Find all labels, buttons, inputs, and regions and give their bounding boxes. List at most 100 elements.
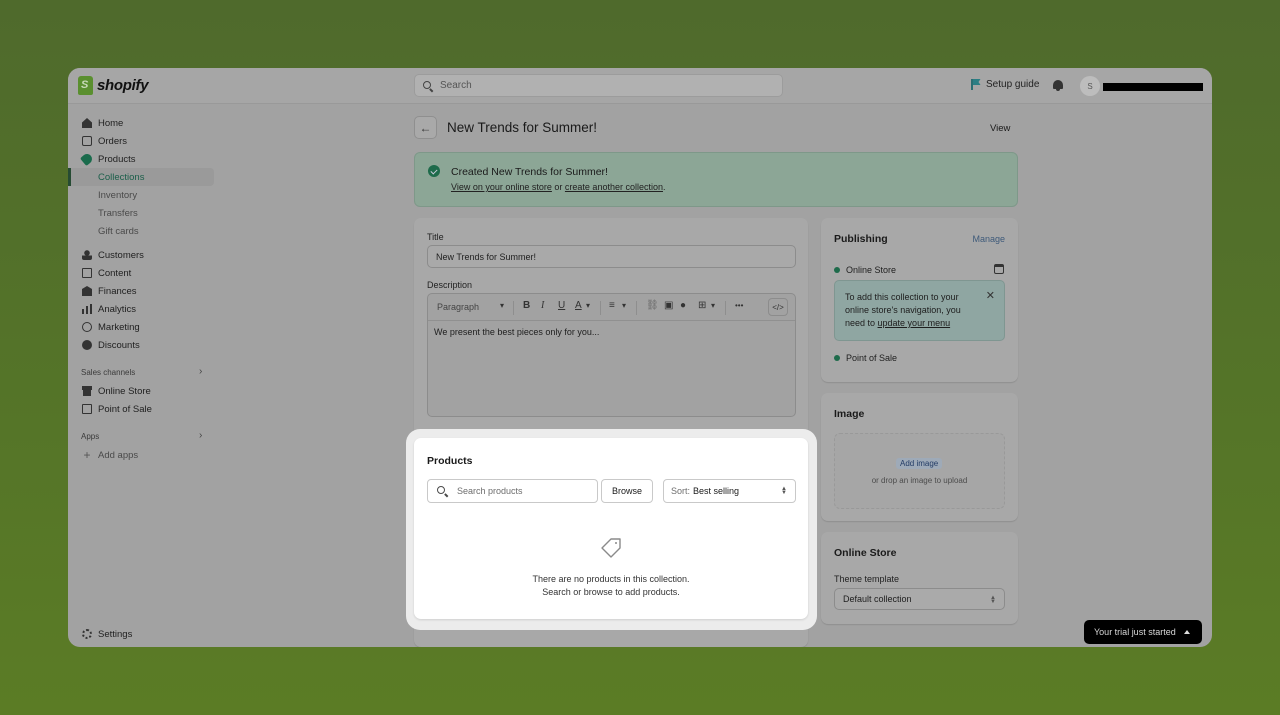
flag-icon [971, 79, 981, 90]
search-products-input[interactable]: Search products [427, 479, 598, 503]
sidebar-item-inventory[interactable]: Inventory [68, 186, 214, 204]
sales-channels-chevron-icon[interactable]: › [199, 366, 202, 377]
status-dot [834, 267, 840, 273]
description-text[interactable]: We present the best pieces only for you.… [434, 327, 599, 337]
global-search-input[interactable]: Search [414, 74, 783, 97]
align-left-icon[interactable]: ≡ [609, 300, 615, 311]
description-editor: Paragraph ▾ B I U A ▾ ≡ ▾ ⛓ ▣ ● ⊞ ▾ ••• … [427, 293, 796, 417]
trial-label: Your trial just started [1094, 627, 1176, 637]
underline-button[interactable]: U [558, 300, 565, 311]
sidebar-item-label: Transfers [98, 207, 138, 219]
gear-icon [82, 629, 92, 639]
sidebar-item-orders[interactable]: Orders [68, 132, 214, 150]
sidebar-item-settings[interactable]: Settings [68, 625, 214, 643]
sort-select[interactable]: Sort: Best selling ▲ ▼ [663, 479, 796, 503]
sidebar-item-products[interactable]: Products [68, 150, 214, 168]
close-icon[interactable]: ✕ [986, 289, 995, 302]
online-store-heading: Online Store [834, 547, 897, 559]
trial-status-button[interactable]: Your trial just started [1084, 620, 1202, 644]
sidebar-item-discounts[interactable]: Discounts [68, 336, 214, 354]
select-arrows-icon: ▲ ▼ [990, 595, 996, 605]
sidebar-item-label: Orders [98, 135, 128, 147]
avatar[interactable]: S [1080, 76, 1100, 96]
sidebar-item-analytics[interactable]: Analytics [68, 300, 214, 318]
editor-toolbar: Paragraph ▾ B I U A ▾ ≡ ▾ ⛓ ▣ ● ⊞ ▾ ••• … [428, 294, 795, 321]
content-icon [82, 268, 92, 278]
calendar-schedule-icon[interactable] [994, 264, 1004, 274]
add-image-button[interactable]: Add image [896, 458, 943, 469]
banner-period: . [662, 182, 666, 192]
sidebar-item-customers[interactable]: Customers [68, 246, 214, 264]
check-circle-icon [428, 165, 440, 177]
paragraph-format-select[interactable]: Paragraph [437, 302, 479, 312]
sidebar-item-label: Home [98, 117, 124, 129]
chevron-down-icon[interactable]: ▾ [711, 301, 715, 310]
chevron-down-icon[interactable]: ▾ [586, 301, 590, 310]
sidebar-item-online-store[interactable]: Online Store [68, 382, 214, 400]
search-icon [423, 80, 433, 91]
shopify-bag-icon [78, 76, 93, 95]
video-icon[interactable]: ● [680, 300, 686, 311]
sidebar-item-home[interactable]: Home [68, 114, 214, 132]
page-title: New Trends for Summer! [447, 120, 598, 135]
empty-state-line1: There are no products in this collection… [532, 574, 690, 584]
browse-button[interactable]: Browse [601, 479, 653, 503]
view-online-store-link[interactable]: View on your online store [451, 182, 552, 192]
sidebar-item-add-apps[interactable]: + Add apps [68, 446, 214, 464]
view-button[interactable]: View [990, 123, 1010, 134]
chevron-down-icon[interactable]: ▾ [622, 301, 626, 310]
toolbar-divider [513, 301, 514, 315]
notifications-bell-icon[interactable] [1052, 79, 1064, 92]
italic-button[interactable]: I [541, 300, 544, 311]
bold-button[interactable]: B [523, 300, 530, 311]
target-icon [82, 322, 92, 332]
image-heading: Image [834, 408, 865, 420]
table-icon[interactable]: ⊞ [698, 300, 706, 311]
orders-icon [82, 136, 92, 146]
select-arrows-icon: ▲ ▼ [781, 486, 787, 496]
sidebar-item-label: Finances [98, 285, 137, 297]
sidebar-item-finances[interactable]: Finances [68, 282, 214, 300]
sidebar-item-point-of-sale[interactable]: Point of Sale [68, 400, 214, 418]
status-dot [834, 355, 840, 361]
channel-online-store: Online Store [846, 265, 897, 275]
top-bar: shopify Search Setup guide S [68, 68, 1212, 104]
show-html-button[interactable]: </> [768, 298, 788, 316]
discount-icon [82, 340, 92, 350]
manage-link[interactable]: Manage [972, 234, 1005, 244]
info-text: To add this collection to your online st… [845, 291, 980, 330]
setup-guide-button[interactable]: Setup guide [971, 79, 1039, 90]
sidebar-item-content[interactable]: Content [68, 264, 214, 282]
apps-chevron-icon[interactable]: › [199, 430, 202, 441]
banner-title: Created New Trends for Summer! [451, 166, 608, 178]
success-banner: Created New Trends for Summer! View on y… [414, 152, 1018, 207]
link-icon[interactable]: ⛓ [646, 300, 659, 311]
theme-template-select[interactable]: Default collection ▲ ▼ [834, 588, 1005, 610]
create-another-collection-link[interactable]: create another collection [565, 182, 663, 192]
sales-channels-heading: Sales channels [81, 368, 136, 377]
back-button[interactable]: ← [414, 116, 437, 139]
setup-guide-label: Setup guide [986, 79, 1040, 90]
search-icon [437, 485, 448, 497]
bar-chart-icon [82, 304, 92, 314]
sidebar-item-collections[interactable]: Collections [68, 168, 214, 186]
update-menu-link[interactable]: update your menu [878, 318, 951, 328]
empty-tag-icon [601, 538, 621, 558]
text-color-button[interactable]: A [575, 300, 582, 311]
shopify-logo[interactable]: shopify [78, 76, 149, 95]
sidebar-item-marketing[interactable]: Marketing [68, 318, 214, 336]
sort-value: Best selling [693, 486, 740, 496]
drop-hint: or drop an image to upload [871, 476, 968, 485]
image-dropzone[interactable]: Add image or drop an image to upload [834, 433, 1005, 509]
sidebar-item-transfers[interactable]: Transfers [68, 204, 214, 222]
title-input[interactable]: New Trends for Summer! [427, 245, 796, 268]
sidebar-item-label: Point of Sale [98, 403, 152, 415]
sidebar-item-label: Online Store [98, 385, 151, 397]
more-options-button[interactable]: ••• [735, 301, 743, 310]
sidebar-item-label: Analytics [98, 303, 137, 315]
chevron-down-icon[interactable]: ▾ [500, 301, 504, 310]
image-icon[interactable]: ▣ [664, 300, 673, 311]
title-label: Title [427, 232, 444, 242]
caret-up-icon [1183, 630, 1190, 634]
sidebar-item-gift-cards[interactable]: Gift cards [68, 222, 214, 240]
